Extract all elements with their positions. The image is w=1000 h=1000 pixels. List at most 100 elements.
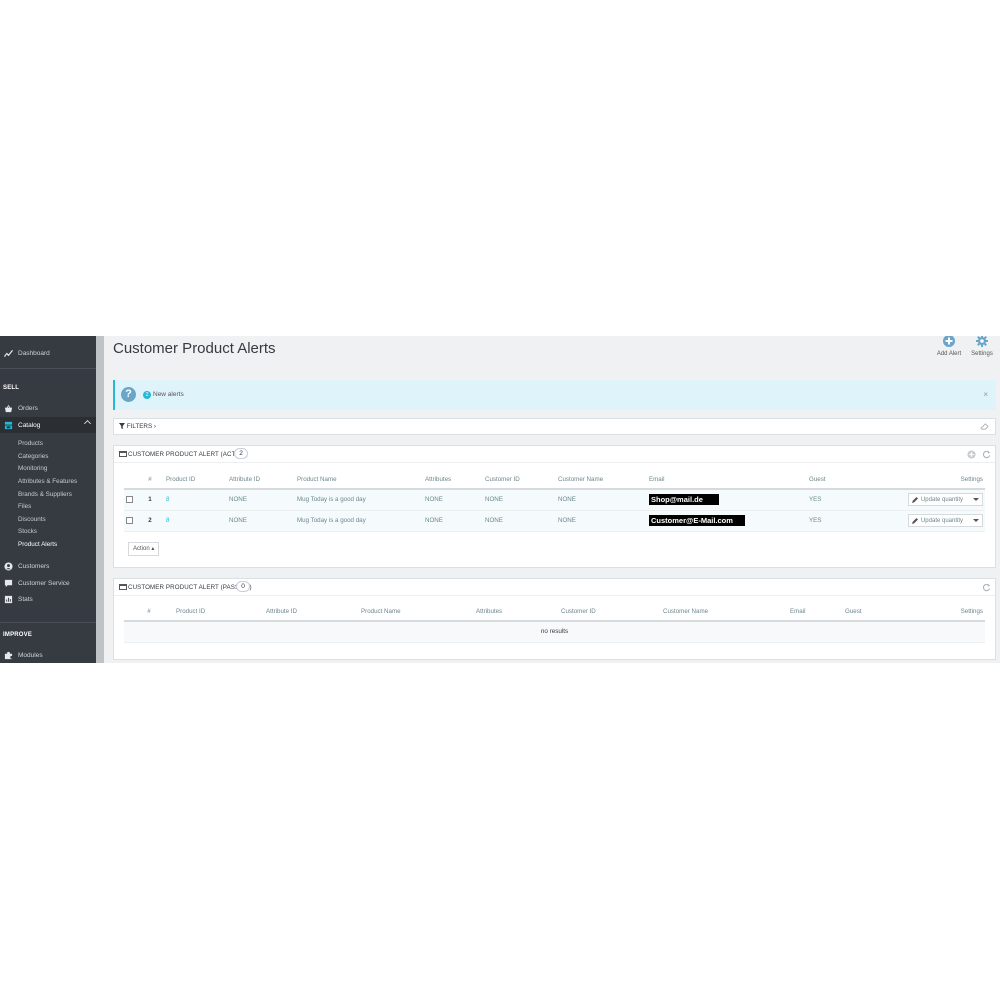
customer-id: NONE <box>483 510 556 532</box>
caret-down-icon[interactable] <box>973 519 979 522</box>
pencil-icon <box>911 517 918 524</box>
plus-circle-icon <box>943 336 955 347</box>
info-alert: ? 2 New alerts × <box>113 380 996 410</box>
column-header: Attribute ID <box>227 471 295 490</box>
customer-name: NONE <box>556 510 647 532</box>
attribute-id: NONE <box>227 489 295 511</box>
puzzle-icon <box>4 651 13 660</box>
no-results-text: no results <box>124 621 985 643</box>
sidebar-item-catalog[interactable]: Catalog <box>0 417 96 433</box>
close-icon[interactable]: × <box>983 390 988 399</box>
sidebar-item-orders[interactable]: Orders <box>0 400 96 416</box>
sidebar-subitem-brands[interactable]: Brands & Suppliers <box>18 491 72 498</box>
bulk-action-button[interactable]: Action ▴ <box>128 542 160 556</box>
refresh-icon[interactable] <box>982 583 991 592</box>
gear-icon <box>976 336 988 347</box>
attribute-id: NONE <box>227 510 295 532</box>
update-quantity-label: Update quantity <box>920 517 963 524</box>
customer-id: NONE <box>483 489 556 511</box>
sidebar: Dashboard SELL Orders Catalog Products C… <box>0 336 96 663</box>
guest-value: YES <box>807 489 902 511</box>
sidebar-subitem-files[interactable]: Files <box>18 503 31 510</box>
empty-row: no results <box>124 621 985 643</box>
update-quantity-button[interactable]: Update quantity <box>907 493 983 507</box>
row-checkbox[interactable] <box>126 516 133 524</box>
add-alert-button[interactable]: Add Alert <box>932 336 966 357</box>
sidebar-subitem-categories[interactable]: Categories <box>18 453 48 460</box>
header-select <box>124 471 136 490</box>
product-name: Mug Today is a good day <box>295 489 423 511</box>
sidebar-subitem-discounts[interactable]: Discounts <box>18 516 46 523</box>
panel-header: CUSTOMER PRODUCT ALERT (PASSIVE) 0 <box>114 579 995 596</box>
sidebar-subitem-stocks[interactable]: Stocks <box>18 528 37 535</box>
update-quantity-button[interactable]: Update quantity <box>907 514 983 527</box>
column-header: Email <box>788 603 843 622</box>
product-name: Mug Today is a good day <box>295 510 423 532</box>
app-window: Dashboard SELL Orders Catalog Products C… <box>0 336 1000 663</box>
row-number: 1 <box>136 489 164 511</box>
sidebar-item-customer-service[interactable]: Customer Service <box>0 575 96 591</box>
basket-icon <box>4 404 13 413</box>
table-header-row: # Product ID Attribute ID Product Name A… <box>124 471 985 490</box>
panel-header: CUSTOMER PRODUCT ALERT (ACTIVE) 2 <box>114 446 995 463</box>
email-value: Customer@E-Mail.com <box>649 515 745 526</box>
sidebar-divider <box>0 368 96 369</box>
sidebar-item-label: Dashboard <box>18 349 50 357</box>
caret-down-icon[interactable] <box>973 498 979 502</box>
chat-icon <box>4 579 13 588</box>
sidebar-item-modules[interactable]: Modules <box>0 647 96 663</box>
bar-chart-icon <box>4 595 13 604</box>
filters-bar[interactable]: FILTERS › <box>113 418 996 435</box>
active-alerts-table: # Product ID Attribute ID Product Name A… <box>124 471 985 532</box>
column-header: Product ID <box>164 471 227 490</box>
column-header: Settings <box>913 603 985 622</box>
sidebar-item-label: Catalog <box>18 421 41 429</box>
eraser-icon[interactable] <box>980 423 989 430</box>
sidebar-item-label: Customer Service <box>18 579 70 587</box>
column-header: Guest <box>843 603 913 622</box>
sidebar-subitem-products[interactable]: Products <box>18 440 43 447</box>
email-value: Shop@mail.de <box>649 494 719 506</box>
column-header: Customer Name <box>661 603 788 622</box>
panel-count-badge: 2 <box>234 448 248 459</box>
filters-toggle[interactable]: FILTERS › <box>119 423 156 430</box>
card-icon <box>119 584 127 590</box>
panel-count-badge: 0 <box>236 581 250 592</box>
store-icon <box>4 421 13 430</box>
sidebar-divider <box>0 622 96 623</box>
update-quantity-label: Update quantity <box>920 496 963 503</box>
table-row[interactable]: 1 8 NONE Mug Today is a good day NONE NO… <box>124 489 985 511</box>
column-header: Settings <box>902 471 985 490</box>
table-header-row: # Product ID Attribute ID Product Name A… <box>124 603 985 622</box>
add-circle-icon[interactable] <box>967 450 976 459</box>
sidebar-item-customers[interactable]: Customers <box>0 558 96 574</box>
question-icon: ? <box>121 387 136 402</box>
column-header: Attributes <box>423 471 483 490</box>
sidebar-subitem-monitoring[interactable]: Monitoring <box>18 465 47 472</box>
sidebar-item-stats[interactable]: Stats <box>0 591 96 607</box>
column-header: Customer Name <box>556 471 647 490</box>
row-number: 2 <box>136 510 164 532</box>
pencil-icon <box>911 496 918 503</box>
sidebar-subitem-product-alerts[interactable]: Product Alerts <box>18 541 57 548</box>
refresh-icon[interactable] <box>982 450 991 459</box>
guest-value: YES <box>807 510 902 532</box>
chevron-up-icon <box>83 419 92 428</box>
active-alerts-panel: CUSTOMER PRODUCT ALERT (ACTIVE) 2 # Prod… <box>113 445 996 568</box>
column-header: # <box>124 603 174 622</box>
column-header: Product ID <box>174 603 264 622</box>
customer-name: NONE <box>556 489 647 511</box>
product-id-link[interactable]: 8 <box>164 489 227 511</box>
row-checkbox[interactable] <box>126 496 133 504</box>
sidebar-subitem-attributes[interactable]: Attributes & Features <box>18 478 77 485</box>
column-header: Attributes <box>474 603 559 622</box>
settings-button[interactable]: Settings <box>965 336 999 357</box>
panel-title: CUSTOMER PRODUCT ALERT (ACTIVE) <box>128 451 248 458</box>
column-header: Product Name <box>295 471 423 490</box>
product-id-link[interactable]: 8 <box>164 510 227 532</box>
sidebar-edge <box>96 336 104 663</box>
sidebar-item-label: Customers <box>18 562 50 570</box>
sidebar-item-dashboard[interactable]: Dashboard <box>0 345 96 361</box>
table-row[interactable]: 2 8 NONE Mug Today is a good day NONE NO… <box>124 510 985 532</box>
sidebar-item-label: Modules <box>18 651 43 659</box>
